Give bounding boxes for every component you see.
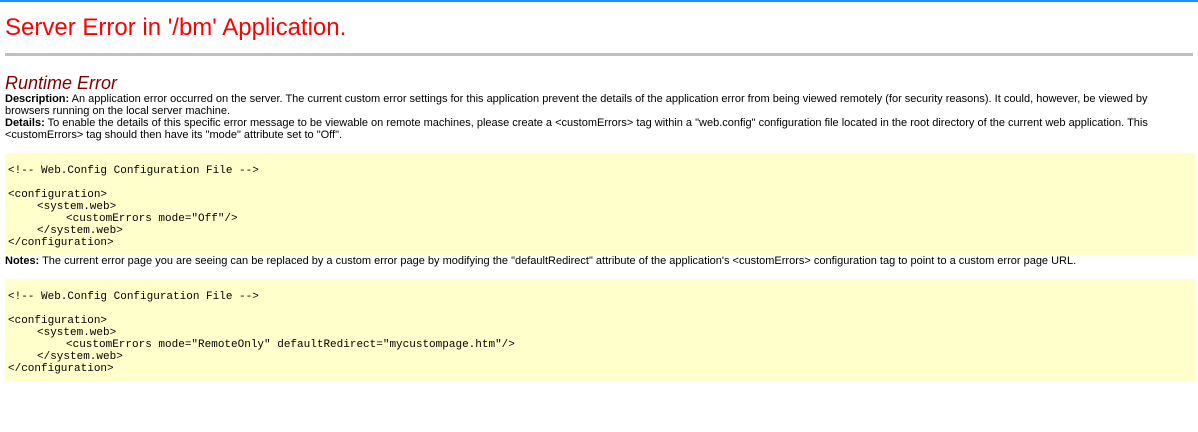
notes-text: The current error page you are seeing ca… [39,255,1077,267]
page-title: Server Error in '/bm' Application. [5,14,347,41]
code-line: <system.web> [37,201,117,213]
code-line: <customErrors mode="Off"/> [66,213,238,225]
details-paragraph: Details: To enable the details of this s… [5,117,1193,141]
error-page: Server Error in '/bm' Application. Runti… [0,2,1198,381]
code-comment: <!-- Web.Config Configuration File --> [8,291,259,303]
code-line: </system.web> [37,225,123,237]
code-line: <configuration> [8,189,108,201]
notes-label: Notes: [5,255,40,267]
description-paragraph: Description: An application error occurr… [5,93,1193,117]
details-label: Details: [5,117,45,129]
code-line: </configuration> [8,363,114,375]
code-line: <configuration> [8,315,108,327]
notes-paragraph: Notes: The current error page you are se… [5,255,1193,267]
error-subtitle: Runtime Error [5,73,118,93]
config-code-block-remoteonly: <!-- Web.Config Configuration File --> <c… [5,279,1195,381]
description-text: An application error occurred on the ser… [5,93,1148,117]
config-code-block-off: <!-- Web.Config Configuration File --> <c… [5,153,1195,255]
code-line: </system.web> [37,351,123,363]
code-line: <system.web> [37,327,117,339]
code-line: <customErrors mode="RemoteOnly" defaultR… [66,339,515,351]
code-line: </configuration> [8,237,114,249]
description-label: Description: [5,93,70,105]
details-text: To enable the details of this specific e… [5,117,1148,141]
code-comment: <!-- Web.Config Configuration File --> [8,165,259,177]
